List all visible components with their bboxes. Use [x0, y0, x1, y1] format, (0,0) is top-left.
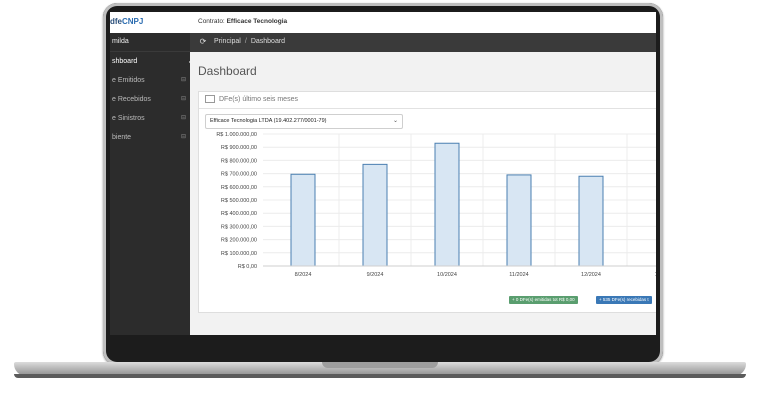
panel-title: DFe(s) último seis meses — [219, 96, 298, 103]
y-tick-label: R$ 100.000,00 — [221, 251, 257, 257]
breadcrumb: Principal / Dashboard — [214, 38, 285, 45]
sidebar-item-dashboard[interactable]: shboard — [110, 52, 193, 71]
sidebar-item-sinistros[interactable]: e Sinistros ⊟ — [110, 109, 190, 128]
app-logo[interactable]: dfeCNPJ — [110, 17, 143, 26]
x-tick-label: 9/2024 — [367, 272, 384, 278]
x-tick-label: 11/2024 — [509, 272, 528, 278]
expand-icon: ⊟ — [180, 96, 186, 102]
app-screen: dfeCNPJ Contrato: Efficace Tecnologia mi… — [110, 12, 656, 335]
sidebar-item-emitidos[interactable]: e Emitidos ⊟ — [110, 71, 190, 90]
page-title: Dashboard — [198, 64, 257, 78]
y-tick-label: R$ 200.000,00 — [221, 238, 257, 244]
breadcrumb-separator: / — [244, 38, 247, 45]
y-tick-label: R$ 1.000.000,00 — [216, 132, 257, 138]
sidebar-item-recebidos[interactable]: e Recebidos ⊟ — [110, 90, 190, 109]
y-tick-label: R$ 500.000,00 — [221, 198, 257, 204]
x-tick-label: 10/2024 — [437, 272, 457, 278]
x-tick-label: 1/2025 — [655, 272, 656, 278]
chart-svg: R$ 0,00 R$ 100.000,00 R$ 200.000,00 R$ 300.… — [216, 132, 656, 278]
sidebar-item-label: e Recebidos — [112, 96, 151, 103]
chart-panel: DFe(s) último seis meses Efficace Tecnol… — [198, 91, 656, 313]
bar — [290, 173, 316, 267]
bar — [506, 174, 532, 267]
breadcrumb-bar: ⟳ Principal / Dashboard — [190, 33, 656, 52]
top-bar: dfeCNPJ Contrato: Efficace Tecnologia — [110, 12, 656, 34]
sidebar-user[interactable]: milda — [110, 33, 190, 52]
chevron-down-icon: ⌄ — [392, 118, 398, 124]
y-tick-label: R$ 600.000,00 — [221, 185, 257, 191]
sidebar: milda shboard e Emitidos ⊟ e Recebidos ⊟… — [110, 33, 193, 335]
company-select-value: Efficace Tecnologia LTDA (19.402.277/000… — [210, 118, 327, 124]
laptop-base-edge — [14, 374, 746, 378]
panel-header: DFe(s) último seis meses — [199, 92, 656, 109]
bar — [434, 142, 460, 267]
sidebar-item-label: e Emitidos — [112, 77, 145, 84]
expand-icon: ⊟ — [180, 115, 186, 121]
y-tick-label: R$ 900.000,00 — [221, 145, 257, 151]
contract-info: Contrato: Efficace Tecnologia — [198, 18, 287, 25]
breadcrumb-dashboard: Dashboard — [250, 38, 286, 45]
recebidas-button[interactable]: + 535 DFe(s) recebidas t — [596, 296, 652, 304]
emitidas-button[interactable]: + 0 DFe(s) emitidas tot R$ 0,00 — [509, 296, 578, 304]
refresh-icon[interactable]: ⟳ — [198, 37, 208, 47]
main-content: Dashboard DFe(s) último seis meses Effic… — [190, 52, 656, 335]
y-tick-label: R$ 800.000,00 — [221, 158, 257, 164]
y-tick-label: R$ 300.000,00 — [221, 224, 257, 230]
expand-icon: ⊟ — [180, 134, 186, 140]
y-tick-label: R$ 400.000,00 — [221, 211, 257, 217]
x-tick-label: 12/2024 — [581, 272, 601, 278]
contract-label: Contrato: — [198, 18, 225, 25]
sidebar-item-ambiente[interactable]: biente ⊟ — [110, 128, 190, 147]
bar — [578, 175, 604, 267]
expand-icon: ⊟ — [180, 77, 186, 83]
y-tick-label: R$ 0,00 — [238, 264, 257, 270]
x-tick-label: 8/2024 — [295, 272, 312, 278]
sidebar-item-label: shboard — [112, 58, 138, 65]
company-select[interactable]: Efficace Tecnologia LTDA (19.402.277/000… — [205, 114, 403, 129]
contract-name: Efficace Tecnologia — [226, 18, 288, 25]
sidebar-item-label: e Sinistros — [112, 115, 145, 122]
y-tick-label: R$ 700.000,00 — [221, 172, 257, 178]
sidebar-item-label: biente — [112, 134, 132, 141]
laptop-notch — [322, 362, 438, 368]
breadcrumb-principal[interactable]: Principal — [214, 38, 241, 45]
bar-chart: R$ 0,00 R$ 100.000,00 R$ 200.000,00 R$ 300.… — [199, 132, 656, 292]
chart-icon — [205, 95, 215, 104]
bar — [362, 163, 388, 267]
